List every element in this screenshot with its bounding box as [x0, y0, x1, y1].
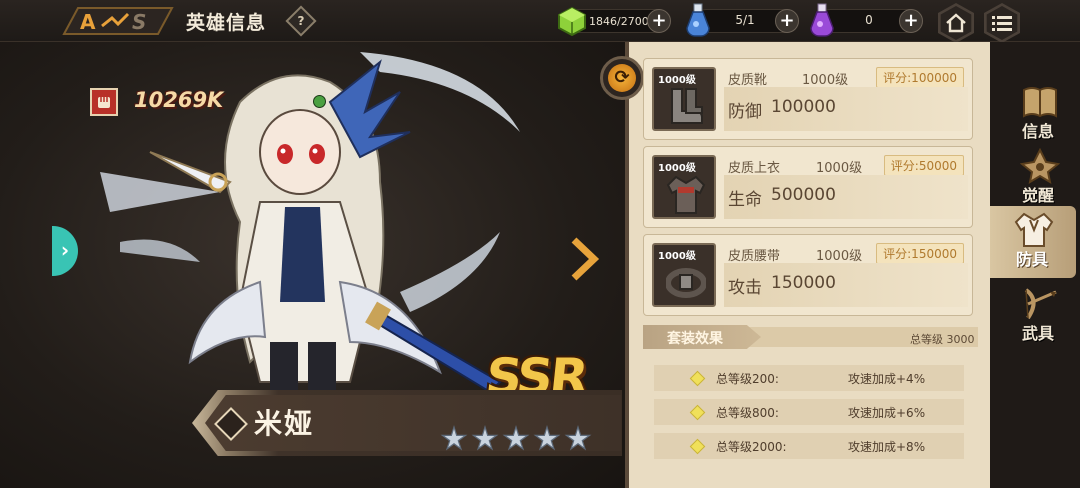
awaken-icon [1020, 148, 1060, 184]
weapon-icon [1024, 288, 1057, 320]
add-stamina-button[interactable]: + [647, 9, 671, 33]
set-bonus-title: 套装效果 [667, 331, 723, 347]
blue-potion-icon [686, 3, 710, 37]
elixir-counter: 0 + [810, 3, 923, 37]
equipment-card-belt[interactable]: 1000级 皮质腰带 1000级 评分:150000 攻击 150000 [643, 234, 973, 316]
svg-text:A: A [80, 10, 96, 34]
star-icon [533, 425, 561, 451]
diamond-icon [689, 370, 706, 387]
home-button[interactable] [936, 3, 976, 43]
equipment-stat-name: 生命 [728, 190, 762, 210]
set-bonus-tier: 总等级200: 攻速加成+4% [654, 365, 964, 391]
equipment-card-boots[interactable]: 1000级 皮质靴 1000级 评分:100000 防御 100000 [643, 58, 973, 140]
boots-icon [671, 88, 703, 124]
potion-counter: 5/1 + [686, 3, 799, 37]
set-bonus-requirement: 总等级200: [716, 372, 779, 386]
elixir-value: 0 [865, 13, 873, 27]
hero-name: 米娅 [254, 407, 315, 440]
page-title: 英雄信息 [186, 12, 267, 34]
purple-elixir-icon [810, 3, 834, 37]
star-icon [564, 425, 592, 451]
equipment-name: 皮质靴 [728, 73, 768, 88]
refresh-icon: ⟳ [608, 64, 636, 92]
set-bonus-total-level: 总等级 3000 [910, 333, 975, 346]
swap-equipment-button[interactable]: ⟳ [600, 56, 644, 100]
help-label: ? [297, 14, 305, 28]
help-icon[interactable]: ? [285, 5, 317, 37]
equipment-slot[interactable]: 1000级 [652, 155, 716, 219]
set-bonus-requirement: 总等级800: [716, 406, 779, 420]
equipment-level: 1000级 [802, 73, 849, 88]
tab-weapon[interactable]: 武具 [1000, 280, 1080, 352]
tab-label: 武具 [1021, 324, 1054, 343]
equipment-slot[interactable]: 1000级 [652, 243, 716, 307]
set-bonus-requirement: 总等级2000: [716, 440, 787, 454]
game-logo: A S [62, 7, 174, 35]
equipment-stat-name: 防御 [728, 102, 762, 122]
set-bonus-effect: 攻速加成+6% [848, 406, 926, 420]
menu-list-icon [992, 16, 1012, 31]
tab-label: 觉醒 [1021, 186, 1054, 205]
equipment-level-badge: 1000级 [658, 163, 696, 174]
book-icon [1023, 87, 1057, 118]
power-detail-icon[interactable] [313, 95, 326, 108]
tab-info[interactable]: 信息 [1000, 78, 1080, 150]
equipment-score: 评分:150000 [876, 243, 964, 264]
set-bonus-effect: 攻速加成+4% [848, 372, 926, 386]
equipment-name: 皮质上衣 [728, 161, 781, 176]
tab-label: 防具 [1015, 250, 1048, 269]
star-icon [471, 425, 499, 451]
menu-button[interactable] [982, 3, 1022, 43]
equipment-name: 皮质腰带 [728, 249, 781, 264]
armor-icon [1014, 212, 1054, 247]
top-bar: A S 英雄信息 ? 1846/2700 + 5/1 + 0 + [0, 0, 1080, 43]
next-hero-button[interactable] [568, 236, 600, 282]
stamina-value: 1846/2700 [589, 15, 649, 28]
set-bonus-effect: 攻速加成+8% [848, 440, 926, 454]
star-rating [440, 425, 592, 453]
diamond-icon [689, 438, 706, 455]
svg-text:S: S [132, 10, 146, 34]
potion-value: 5/1 [735, 13, 755, 27]
equipment-slot[interactable]: 1000级 [652, 67, 716, 131]
equipment-level: 1000级 [816, 161, 863, 176]
combat-power-value: 10269K [134, 88, 224, 112]
tab-label: 信息 [1021, 122, 1054, 141]
stamina-cube-icon [558, 6, 586, 36]
star-icon [502, 425, 530, 451]
add-potion-button[interactable]: + [775, 9, 799, 33]
tab-armor[interactable]: 防具 [990, 206, 1076, 278]
equipment-score: 评分:50000 [883, 155, 964, 176]
equipment-stat-value: 150000 [771, 273, 836, 293]
stamina-counter: 1846/2700 + [558, 6, 671, 36]
equipment-stat-name: 攻击 [728, 278, 762, 298]
armor-top-icon [666, 175, 706, 214]
belt-icon [666, 268, 706, 298]
star-icon [440, 425, 468, 451]
equipment-stat-value: 100000 [771, 97, 836, 117]
add-elixir-button[interactable]: + [899, 9, 923, 33]
equipment-stat-value: 500000 [771, 185, 836, 205]
equipment-level-badge: 1000级 [658, 75, 696, 86]
diamond-icon [689, 404, 706, 421]
fist-icon [90, 88, 118, 116]
set-bonus-tier: 总等级2000: 攻速加成+8% [654, 433, 964, 459]
equipment-level: 1000级 [816, 249, 863, 264]
equipment-level-badge: 1000级 [658, 251, 696, 262]
equipment-score: 评分:100000 [876, 67, 964, 88]
tab-awaken[interactable]: 觉醒 [1000, 142, 1080, 214]
set-bonus-tier: 总等级800: 攻速加成+6% [654, 399, 964, 425]
equipment-card-top[interactable]: 1000级 皮质上衣 1000级 评分:50000 生命 500000 [643, 146, 973, 228]
home-icon [946, 13, 966, 33]
